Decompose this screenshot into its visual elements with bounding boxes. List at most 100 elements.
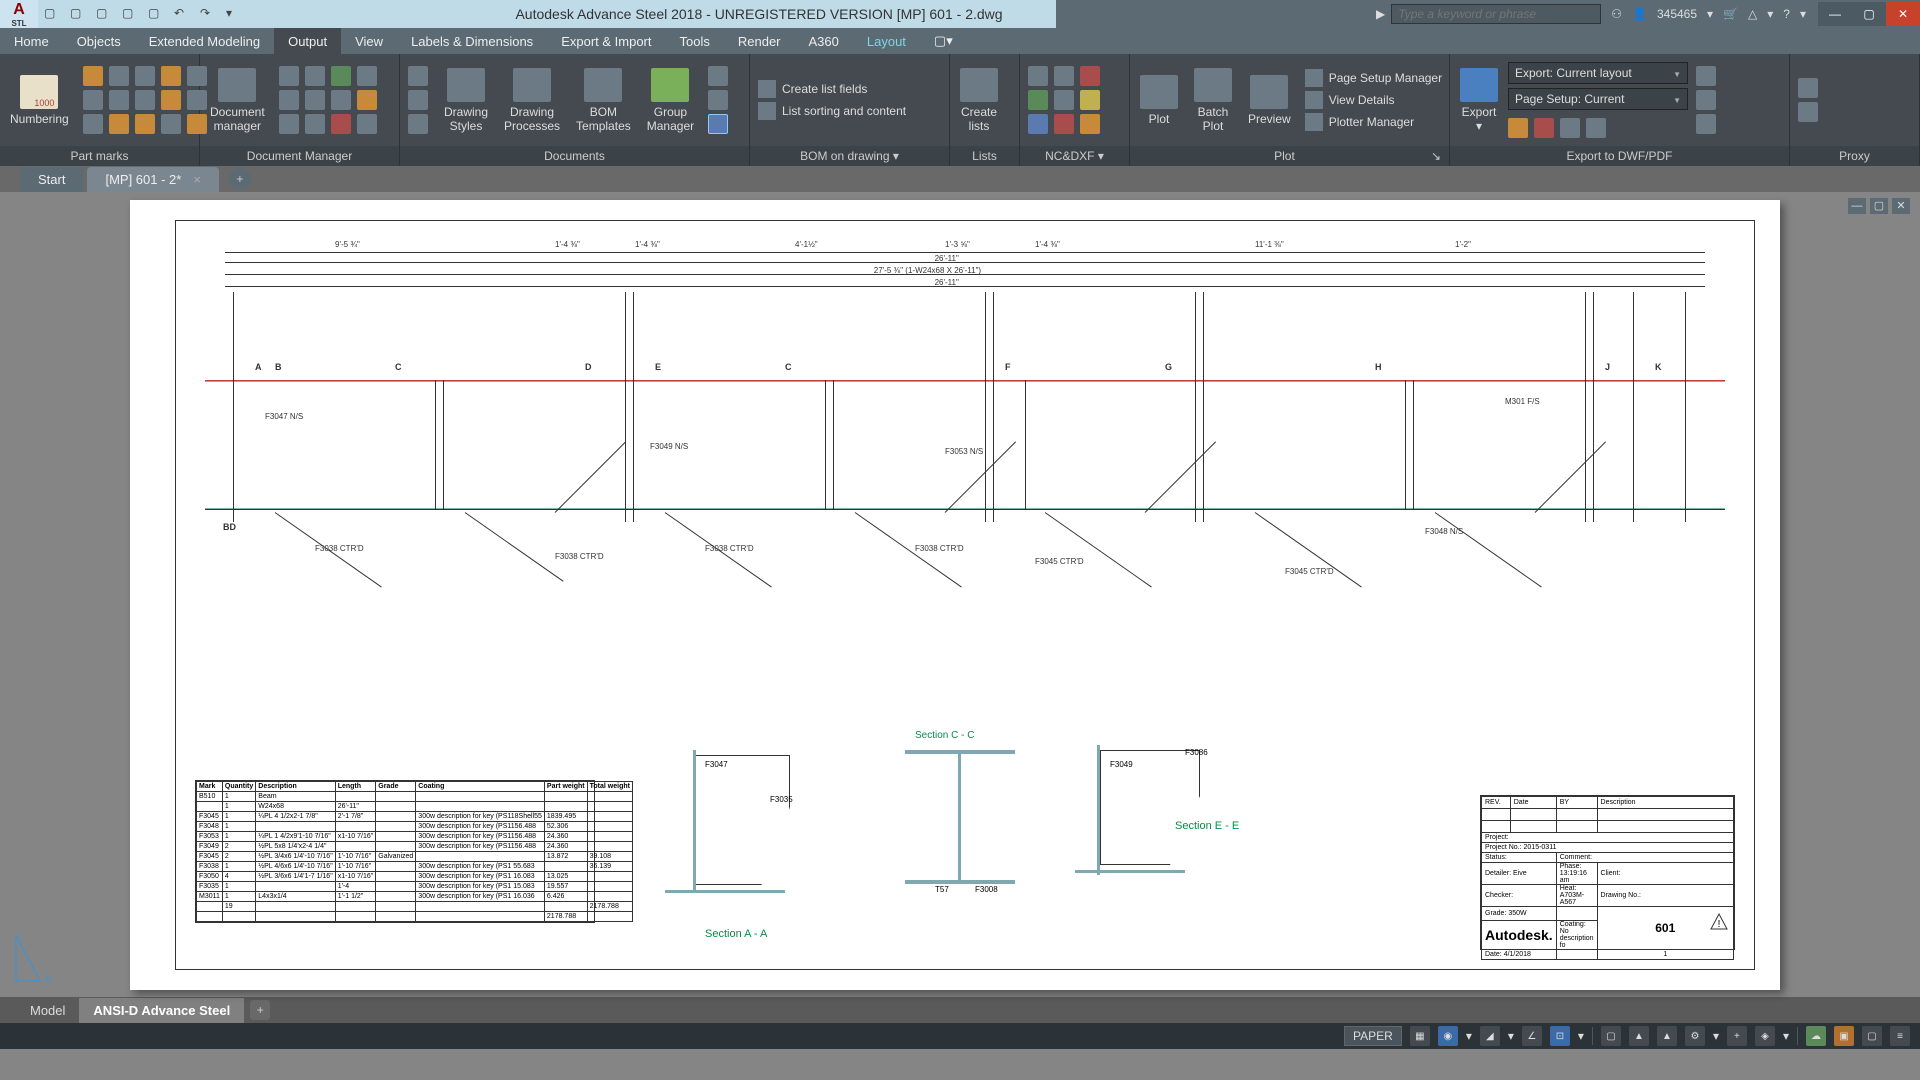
gear-icon[interactable]: ⚙ — [1685, 1026, 1705, 1046]
doc-icon[interactable] — [708, 66, 728, 86]
help-dropdown-icon[interactable]: ▾ — [1800, 7, 1806, 21]
title-dropdown-icon[interactable]: ▾ — [1707, 7, 1713, 21]
export-icon[interactable] — [1534, 118, 1554, 138]
panel-title[interactable]: NC&DXF ▾ — [1020, 146, 1129, 166]
ortho-dropdown-icon[interactable]: ▾ — [1508, 1029, 1514, 1043]
doc-icon[interactable] — [408, 90, 428, 110]
plus-icon[interactable]: + — [1727, 1026, 1747, 1046]
user-icon[interactable]: 👤 — [1632, 7, 1647, 21]
qat-new-icon[interactable]: ▢ — [44, 6, 60, 22]
tab-view[interactable]: View — [341, 28, 397, 54]
new-tab-button[interactable]: + — [229, 168, 251, 190]
tab-home[interactable]: Home — [0, 28, 63, 54]
dm-icon[interactable] — [305, 114, 325, 134]
document-manager-button[interactable]: Document manager — [204, 64, 271, 137]
create-list-fields-button[interactable]: Create list fields — [758, 80, 906, 98]
dm-icon[interactable] — [279, 66, 299, 86]
autodesk-icon[interactable]: △ — [1748, 7, 1757, 21]
signin-icon[interactable]: ⚇ — [1611, 7, 1622, 21]
nc-icon[interactable] — [1054, 114, 1074, 134]
nc-icon[interactable] — [1080, 66, 1100, 86]
ortho-icon[interactable]: ◢ — [1480, 1026, 1500, 1046]
group-manager-button[interactable]: GroupManager — [641, 64, 700, 137]
pm-icon[interactable] — [161, 90, 181, 110]
snap-dropdown-icon[interactable]: ▾ — [1466, 1029, 1472, 1043]
tab-labels-dimensions[interactable]: Labels & Dimensions — [397, 28, 547, 54]
export-icon[interactable] — [1560, 118, 1580, 138]
dm-icon[interactable] — [305, 90, 325, 110]
tab-current-drawing[interactable]: [MP] 601 - 2*× — [87, 167, 218, 192]
tab-start[interactable]: Start — [20, 167, 83, 192]
iso-icon[interactable]: ◈ — [1755, 1026, 1775, 1046]
dm-icon[interactable] — [279, 90, 299, 110]
tab-model[interactable]: Model — [16, 998, 79, 1023]
batch-plot-button[interactable]: BatchPlot — [1188, 64, 1238, 137]
iso-dropdown-icon[interactable]: ▾ — [1783, 1029, 1789, 1043]
exp-icon[interactable] — [1696, 90, 1716, 110]
tab-render[interactable]: Render — [724, 28, 795, 54]
tab-output[interactable]: Output — [274, 28, 341, 54]
pm-icon[interactable] — [109, 114, 129, 134]
nc-icon[interactable] — [1028, 66, 1048, 86]
bom-templates-button[interactable]: BOMTemplates — [570, 64, 637, 137]
create-lists-button[interactable]: Createlists — [954, 64, 1004, 137]
ribbon-extra-icon[interactable]: ▢▾ — [920, 28, 967, 54]
export-icon[interactable] — [1508, 118, 1528, 138]
plot-button[interactable]: Plot — [1134, 71, 1184, 130]
close-button[interactable]: ✕ — [1886, 2, 1920, 26]
dm-icon[interactable] — [331, 114, 351, 134]
export-icon[interactable] — [1586, 118, 1606, 138]
tab-a360[interactable]: A360 — [795, 28, 853, 54]
list-sorting-button[interactable]: List sorting and content — [758, 102, 906, 120]
page-setup-manager-button[interactable]: Page Setup Manager — [1305, 69, 1442, 87]
export-button[interactable]: Export▾ — [1454, 64, 1504, 137]
pm-icon[interactable] — [83, 90, 103, 110]
doc-icon[interactable] — [408, 66, 428, 86]
doc-icon[interactable] — [408, 114, 428, 134]
gear-dropdown-icon[interactable]: ▾ — [1713, 1029, 1719, 1043]
annotation2-icon[interactable]: ▲ — [1657, 1026, 1677, 1046]
pm-icon[interactable] — [109, 90, 129, 110]
nc-icon[interactable] — [1028, 114, 1048, 134]
tab-tools[interactable]: Tools — [666, 28, 724, 54]
doc-icon[interactable] — [708, 90, 728, 110]
dm-icon[interactable] — [331, 90, 351, 110]
dm-icon[interactable] — [305, 66, 325, 86]
close-tab-icon[interactable]: × — [193, 172, 201, 187]
cloud-icon[interactable]: ☁ — [1806, 1026, 1826, 1046]
qat-saveas-icon[interactable]: ▢ — [122, 6, 138, 22]
osnap-dropdown-icon[interactable]: ▾ — [1578, 1029, 1584, 1043]
pm-icon[interactable] — [109, 66, 129, 86]
nc-icon[interactable] — [1054, 66, 1074, 86]
dm-icon[interactable] — [357, 66, 377, 86]
tab-layout-ansi-d[interactable]: ANSI-D Advance Steel — [79, 998, 244, 1023]
nc-icon[interactable] — [1080, 114, 1100, 134]
exchange-icon[interactable]: 🛒 — [1723, 7, 1738, 21]
drawing-canvas[interactable]: ― ▢ ✕ 26'-11" 27'-5 ⅜" (1-W24x68 X 26'-1… — [0, 192, 1920, 997]
drawing-styles-button[interactable]: DrawingStyles — [438, 64, 494, 137]
export-layout-dropdown[interactable]: Export: Current layout — [1508, 62, 1688, 84]
vp-scale-icon[interactable]: ▢ — [1601, 1026, 1621, 1046]
pm-icon[interactable] — [135, 66, 155, 86]
app-logo[interactable]: A STL — [0, 0, 38, 28]
title-dropdown2-icon[interactable]: ▾ — [1767, 7, 1773, 21]
maximize-button[interactable]: ▢ — [1852, 2, 1886, 26]
snap-icon[interactable]: ◉ — [1438, 1026, 1458, 1046]
tab-objects[interactable]: Objects — [63, 28, 135, 54]
pm-icon[interactable] — [161, 114, 181, 134]
tab-layout[interactable]: Layout — [853, 28, 920, 54]
help-icon[interactable]: ? — [1783, 7, 1790, 21]
plotter-manager-button[interactable]: Plotter Manager — [1305, 113, 1442, 131]
panel-title[interactable]: BOM on drawing ▾ — [750, 146, 949, 166]
qat-open-icon[interactable]: ▢ — [70, 6, 86, 22]
polar-icon[interactable]: ∠ — [1522, 1026, 1542, 1046]
grid-icon[interactable]: ▦ — [1410, 1026, 1430, 1046]
qat-save-icon[interactable]: ▢ — [96, 6, 112, 22]
tab-export-import[interactable]: Export & Import — [547, 28, 665, 54]
numbering-button[interactable]: 1000 Numbering — [4, 71, 75, 130]
nc-icon[interactable] — [1054, 90, 1074, 110]
pm-icon[interactable] — [83, 114, 103, 134]
page-setup-dropdown[interactable]: Page Setup: Current — [1508, 88, 1688, 110]
pm-icon[interactable] — [161, 66, 181, 86]
proxy-icon[interactable] — [1798, 78, 1818, 98]
